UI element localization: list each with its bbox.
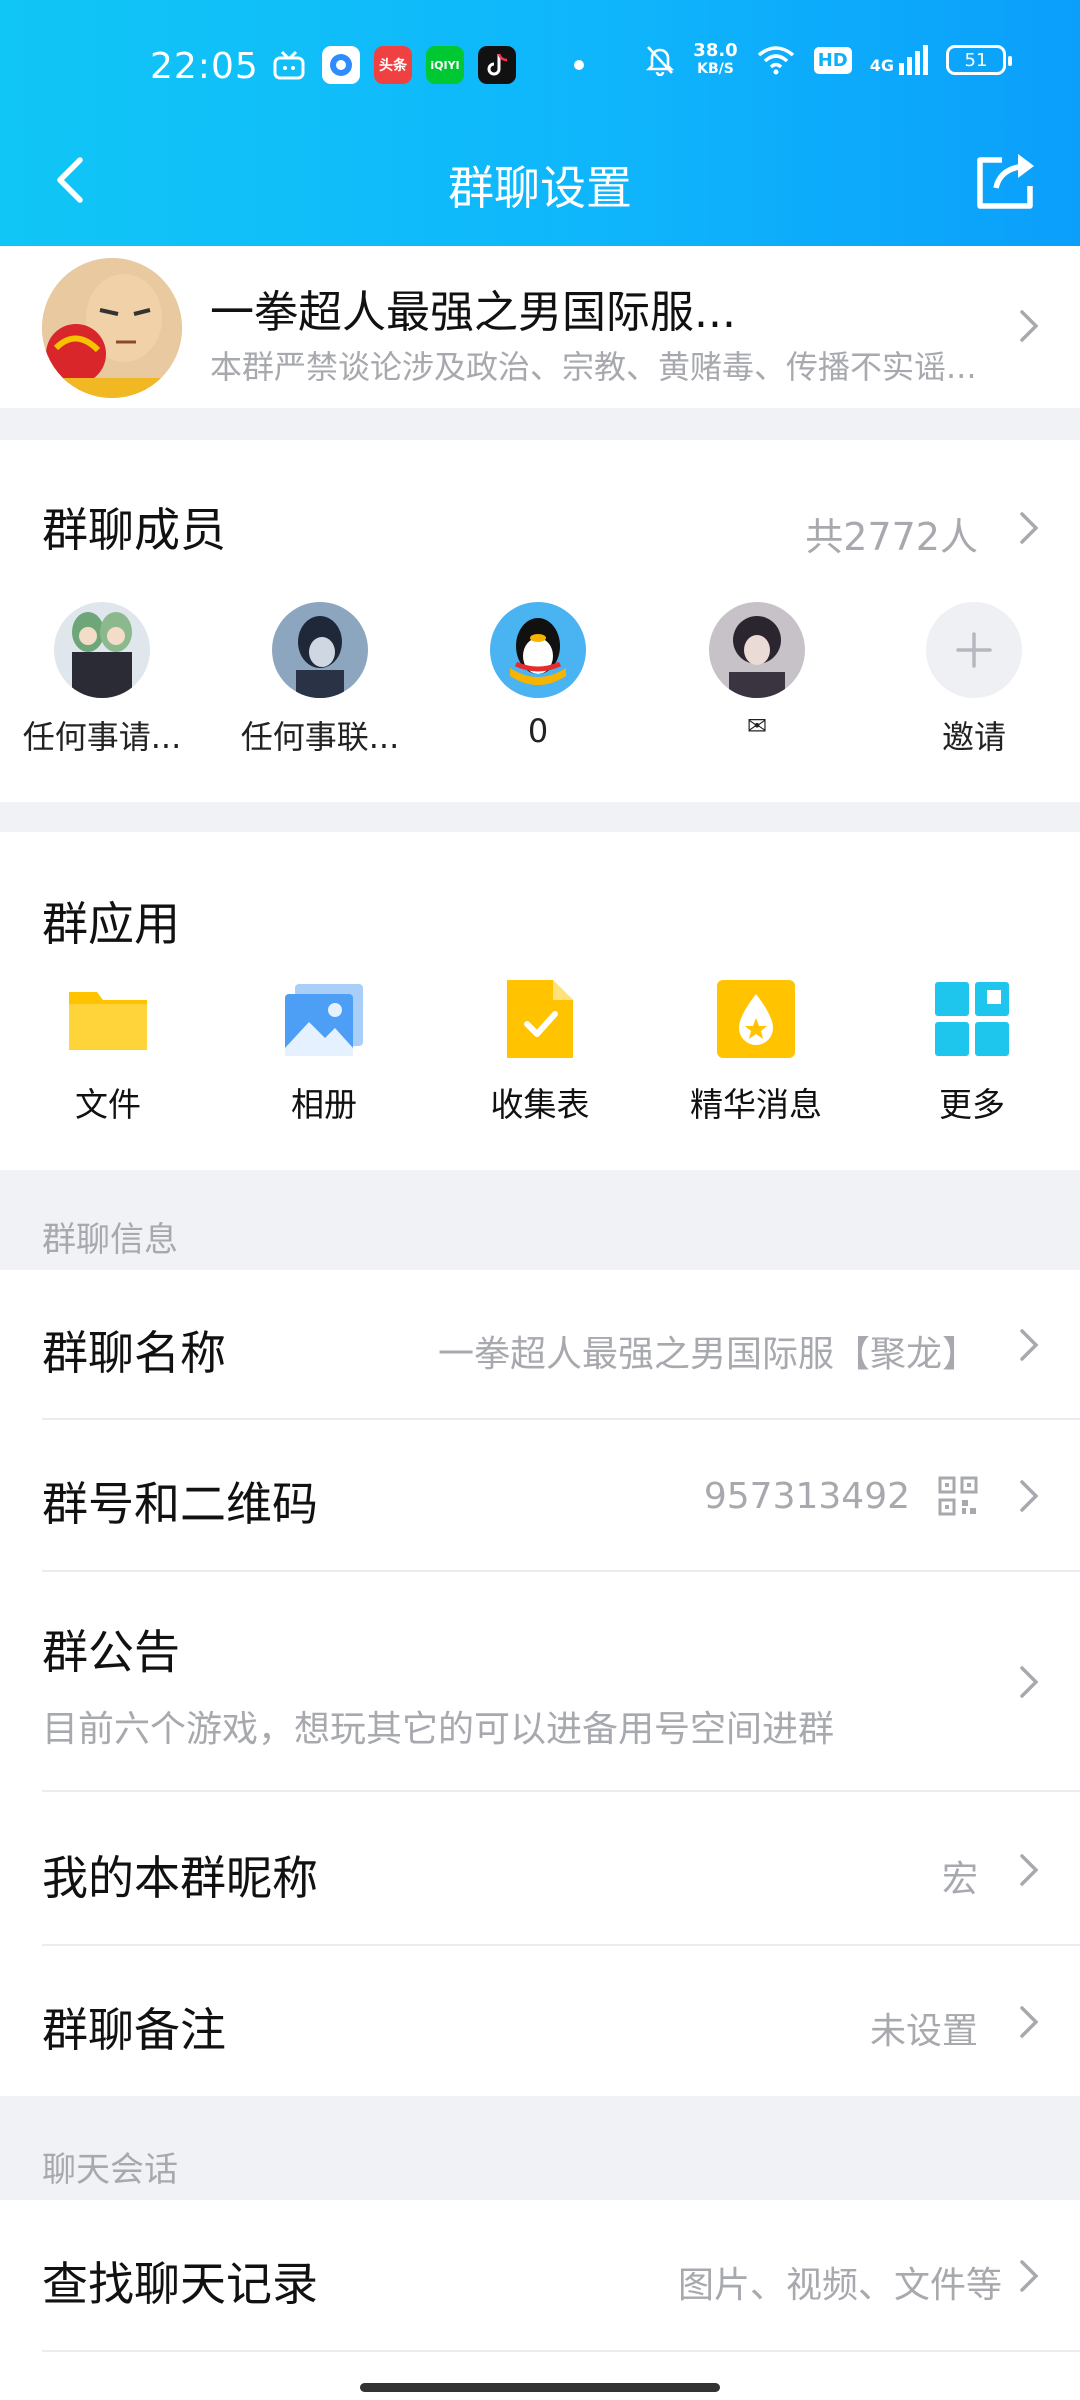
chevron-right-icon <box>1018 1327 1040 1363</box>
chat-caption: 聊天会话 <box>42 2150 178 2190</box>
chevron-right-icon <box>1018 1664 1040 1700</box>
qr-code-icon <box>938 1476 978 1516</box>
app-essence[interactable]: 精华消息 <box>656 976 856 1126</box>
chevron-right-icon[interactable] <box>1018 510 1040 546</box>
group-apps-section: 群应用 文件 相册 收集表 精华消息 更多 <box>0 832 1080 1170</box>
member-avatar <box>272 602 368 698</box>
row-label: 群聊备注 <box>42 2003 226 2057</box>
row-value: 957313492 <box>703 1476 910 1517</box>
header: 22:05 头条 iQIYI 38.0 KB/S HD 4G 51 群聊设置 <box>0 0 1080 246</box>
member-avatar <box>54 602 150 698</box>
more-grid-icon <box>929 976 1015 1062</box>
app-album[interactable]: 相册 <box>224 976 424 1126</box>
member-item[interactable]: 0 <box>438 602 638 750</box>
status-bar: 22:05 头条 iQIYI 38.0 KB/S HD 4G 51 <box>0 40 1080 104</box>
my-nickname-row[interactable]: 我的本群昵称 宏 <box>0 1792 1080 1946</box>
app-form[interactable]: 收集表 <box>440 976 640 1126</box>
search-history-row[interactable]: 查找聊天记录 图片、视频、文件等 <box>0 2200 1080 2400</box>
apps-title: 群应用 <box>42 897 180 951</box>
app-label: 文件 <box>75 1085 141 1124</box>
chevron-right-icon <box>1018 2004 1040 2040</box>
row-value: 一拳超人最强之男国际服【聚龙】 <box>437 1334 978 1375</box>
row-label: 群号和二维码 <box>42 1477 318 1531</box>
status-right: 38.0 KB/S HD 4G 51 <box>645 40 1012 78</box>
row-value: 未设置 <box>869 2011 978 2052</box>
group-profile-card[interactable]: 一拳超人最强之男国际服... 本群严禁谈论涉及政治、宗教、黄赌毒、传播不实谣..… <box>0 246 1080 408</box>
nav-bar: 群聊设置 <box>0 130 1080 230</box>
page-title: 群聊设置 <box>448 161 632 215</box>
app-more[interactable]: 更多 <box>872 976 1072 1126</box>
row-value: 图片、视频、文件等 <box>677 2265 1002 2306</box>
status-time: 22:05 <box>150 46 259 87</box>
members-count[interactable]: 共2772人 <box>805 506 978 561</box>
notice-text: 目前六个游戏，想玩其它的可以进备用号空间进群 <box>42 1709 835 1750</box>
chevron-right-icon <box>1018 1478 1040 1514</box>
app-files[interactable]: 文件 <box>8 976 208 1126</box>
more-dot <box>574 60 584 70</box>
chevron-right-icon <box>1018 1852 1040 1888</box>
browser-icon <box>322 46 360 84</box>
group-description: 本群严禁谈论涉及政治、宗教、黄赌毒、传播不实谣... <box>210 348 977 386</box>
hd-badge: HD <box>813 46 852 74</box>
member-avatar <box>709 602 805 698</box>
tv-icon <box>270 46 308 84</box>
share-icon <box>977 154 1034 209</box>
group-name-row[interactable]: 群聊名称 一拳超人最强之男国际服【聚龙】 <box>0 1270 1080 1420</box>
member-name: ✉ <box>746 712 768 740</box>
form-icon <box>497 976 583 1062</box>
qq-penguin-icon <box>490 602 586 698</box>
essence-icon <box>713 976 799 1062</box>
app-label: 相册 <box>291 1085 357 1124</box>
share-button[interactable] <box>972 148 1042 212</box>
group-name: 一拳超人最强之男国际服... <box>210 287 736 338</box>
chevron-right-icon <box>1018 308 1040 344</box>
info-caption: 群聊信息 <box>42 1220 178 1260</box>
member-item[interactable]: 任何事请... <box>2 602 202 758</box>
group-remark-row[interactable]: 群聊备注 未设置 <box>0 1946 1080 2096</box>
members-title: 群聊成员 <box>42 503 226 557</box>
member-item[interactable]: ✉ <box>657 602 857 740</box>
group-number-row[interactable]: 群号和二维码 957313492 <box>0 1420 1080 1572</box>
toutiao-icon: 头条 <box>374 46 412 84</box>
group-notice-row[interactable]: 群公告 目前六个游戏，想玩其它的可以进备用号空间进群 <box>0 1572 1080 1792</box>
row-label: 群聊名称 <box>42 1326 226 1380</box>
member-item[interactable]: 任何事联... <box>220 602 420 758</box>
row-value: 宏 <box>941 1859 978 1900</box>
folder-icon <box>65 976 151 1062</box>
battery-indicator: 51 <box>946 45 1012 75</box>
notification-icons: 头条 iQIYI <box>270 46 584 84</box>
app-label: 更多 <box>939 1085 1005 1124</box>
app-label: 精华消息 <box>690 1085 822 1124</box>
home-indicator[interactable] <box>360 2383 720 2392</box>
row-label: 查找聊天记录 <box>42 2257 318 2311</box>
signal-icon: 4G <box>870 45 928 75</box>
photo-album-icon <box>281 976 367 1062</box>
group-avatar[interactable] <box>42 258 182 398</box>
row-label: 我的本群昵称 <box>42 1851 318 1905</box>
app-label: 收集表 <box>490 1085 590 1124</box>
row-label: 群公告 <box>42 1625 180 1679</box>
member-name: 任何事联... <box>240 718 400 756</box>
iqiyi-icon: iQIYI <box>426 46 464 84</box>
net-speed: 38.0 KB/S <box>693 40 738 78</box>
members-section: 群聊成员 共2772人 任何事请... 任何事联... 0 ✉ 邀请 <box>0 440 1080 802</box>
invite-button[interactable]: 邀请 <box>874 602 1074 758</box>
mute-bell-icon <box>646 46 675 76</box>
chevron-right-icon <box>1018 2258 1040 2294</box>
add-icon <box>926 602 1022 698</box>
tiktok-icon <box>478 46 516 84</box>
wifi-icon <box>757 46 794 75</box>
divider <box>42 2350 1080 2352</box>
member-name: 0 <box>527 712 549 750</box>
member-name: 任何事请... <box>22 718 182 756</box>
invite-label: 邀请 <box>941 718 1006 756</box>
